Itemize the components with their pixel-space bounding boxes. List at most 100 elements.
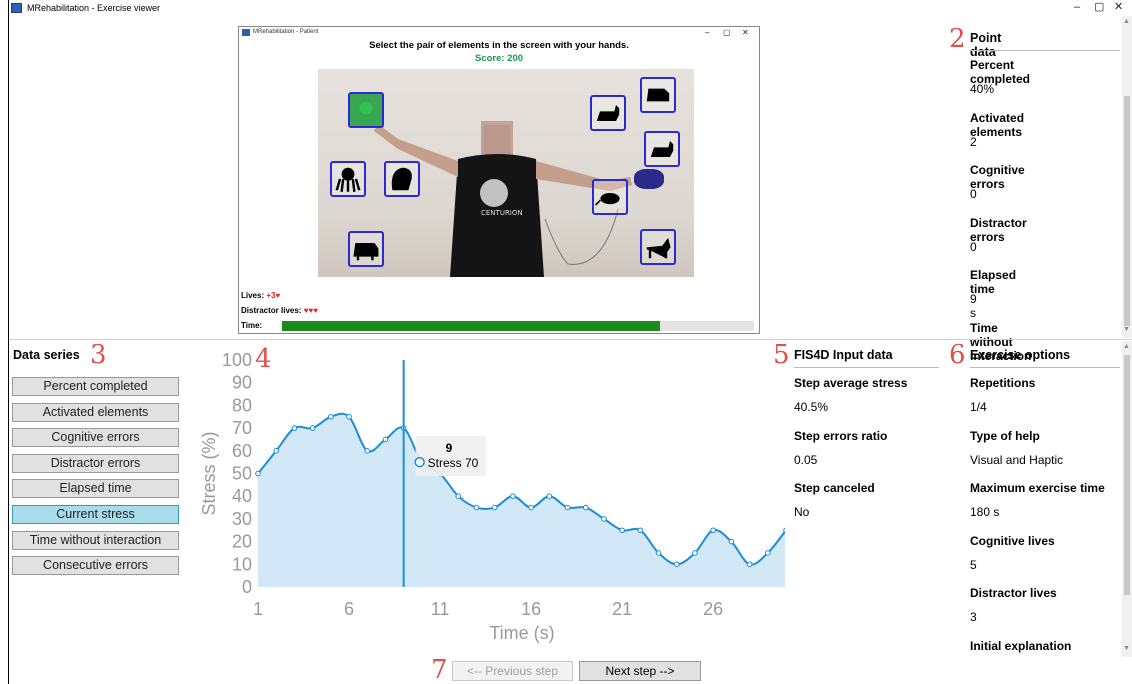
y-tick-label: 40	[232, 486, 252, 506]
score-label: Score: 200	[474, 53, 524, 64]
fis4d-field-value: No	[794, 505, 810, 519]
tooltip-title: 9	[446, 441, 453, 455]
fis4d-field-label: Step average stress	[794, 376, 908, 390]
stress-point	[673, 561, 680, 568]
exercise-option-label: Maximum exercise time	[970, 481, 1105, 495]
y-tick-label: 90	[232, 373, 252, 393]
data-series-button[interactable]: Time without interaction	[12, 530, 179, 550]
patient-minimize-button[interactable]: –	[705, 26, 709, 40]
patient-app-icon	[242, 29, 250, 36]
stress-point	[710, 527, 716, 534]
point-data-field-value: 2	[970, 134, 977, 149]
tile-squirrel[interactable]	[384, 161, 420, 197]
data-series-button[interactable]: Consecutive errors	[12, 556, 179, 576]
point-data-field-value: 0	[970, 187, 977, 201]
data-series-button[interactable]: Current stress	[12, 505, 179, 524]
tooltip-label: Stress 70	[428, 456, 479, 470]
exercise-option-label: Distractor lives	[970, 586, 1057, 600]
exercise-options-title: Exercise options	[970, 348, 1071, 362]
minimize-button[interactable]: –	[1074, 0, 1080, 14]
data-series-button[interactable]: Activated elements	[12, 402, 179, 422]
x-tick-label: 26	[703, 599, 723, 619]
patient-window-title: MRehabilitation - Patient	[253, 29, 319, 35]
stress-point	[473, 504, 480, 511]
stress-point	[273, 448, 280, 454]
next-step-button[interactable]: Next step -->	[579, 661, 701, 681]
patient-maximize-button[interactable]: ▢	[723, 26, 731, 40]
stress-point	[382, 436, 389, 443]
camera-view: CENTURION	[318, 69, 694, 277]
tile-octopus[interactable]	[330, 161, 366, 197]
y-tick-label: 30	[232, 509, 252, 529]
title-bar: MRehabilitation - Exercise viewer – ▢ ✕	[9, 0, 1132, 16]
stress-point	[728, 538, 735, 545]
x-tick-label: 21	[612, 599, 632, 619]
stress-point	[637, 527, 644, 534]
exercise-options-scrollbar[interactable]: ▲ ▼	[1122, 341, 1132, 657]
data-series-button[interactable]: Cognitive errors	[12, 428, 179, 448]
stress-point	[491, 504, 498, 511]
lives-value: +3♥	[266, 291, 281, 300]
point-data-divider	[970, 50, 1120, 51]
fis4d-title: FIS4D Input data	[794, 348, 893, 362]
data-series-button[interactable]: Percent completed	[12, 377, 179, 396]
marker-5: 5	[773, 340, 790, 370]
maximize-button[interactable]: ▢	[1094, 0, 1104, 14]
stress-point	[255, 470, 261, 477]
scroll-up-icon-2[interactable]: ▲	[1123, 343, 1130, 350]
y-tick-label: 60	[232, 441, 252, 461]
fis4d-field-value: 0.05	[794, 452, 818, 467]
stress-point	[564, 504, 571, 511]
distractor-lives-value: ♥♥♥	[303, 306, 318, 315]
distractor-lives-row: Distractor lives: ♥♥♥	[241, 306, 318, 315]
scroll-up-icon[interactable]: ▲	[1123, 18, 1130, 25]
data-series-button[interactable]: Distractor errors	[12, 453, 179, 473]
exercise-option-label: Cognitive lives	[970, 533, 1055, 548]
tile-cat-2[interactable]	[644, 131, 680, 167]
window-title: MRehabilitation - Exercise viewer	[27, 3, 161, 13]
stress-point	[328, 413, 334, 420]
right-glove-icon	[634, 169, 664, 189]
point-data-field-value: 0	[970, 239, 977, 254]
data-series-button[interactable]: Elapsed time	[12, 479, 179, 499]
stress-point	[582, 504, 589, 511]
y-tick-label: 70	[232, 418, 252, 438]
patient-close-button[interactable]: ✕	[742, 26, 749, 40]
stress-point	[546, 493, 553, 499]
exercise-option-value: 1/4	[970, 400, 987, 414]
point-data-field-label: Activated elements	[970, 110, 1025, 139]
tile-cat[interactable]	[590, 95, 626, 131]
tile-bear-small[interactable]	[348, 231, 384, 267]
tile-wolf[interactable]	[640, 229, 676, 265]
exercise-option-label: Repetitions	[970, 376, 1036, 390]
scroll-down-icon[interactable]: ▼	[1123, 326, 1130, 333]
tile-bear[interactable]	[640, 77, 676, 113]
fis4d-divider	[794, 367, 939, 368]
x-tick-label: 6	[344, 599, 354, 619]
tile-rat[interactable]	[592, 179, 628, 215]
fis4d-field-label: Step errors ratio	[794, 428, 888, 443]
scroll-thumb[interactable]	[1124, 96, 1130, 326]
x-axis-label: Time (s)	[489, 623, 554, 643]
scroll-thumb-2[interactable]	[1124, 355, 1130, 595]
exercise-option-value: 5	[970, 557, 977, 572]
scroll-down-icon-2[interactable]: ▼	[1123, 645, 1130, 652]
fis4d-field-value: 40.5%	[794, 400, 829, 414]
exercise-option-value: 180 s	[970, 505, 1000, 519]
tile-active[interactable]	[348, 92, 384, 128]
close-button[interactable]: ✕	[1114, 0, 1123, 14]
point-data-scrollbar[interactable]: ▲ ▼	[1122, 16, 1132, 338]
stress-point	[291, 425, 298, 431]
exercise-options-divider	[970, 367, 1120, 368]
app-icon	[11, 3, 22, 13]
stress-point	[364, 448, 371, 454]
stress-point	[309, 425, 316, 431]
stress-chart[interactable]: 01020304050607080901001 6 11 16 21 26Time (s)…	[185, 344, 785, 644]
previous-step-button[interactable]: <-- Previous step	[452, 661, 573, 681]
y-tick-label: 0	[242, 577, 252, 597]
stress-point	[601, 516, 607, 522]
lives-label: Lives:	[241, 291, 265, 300]
exercise-instruction: Select the pair of elements in the scree…	[369, 40, 629, 51]
y-tick-label: 80	[232, 395, 252, 415]
marker-2: 2	[949, 24, 966, 54]
